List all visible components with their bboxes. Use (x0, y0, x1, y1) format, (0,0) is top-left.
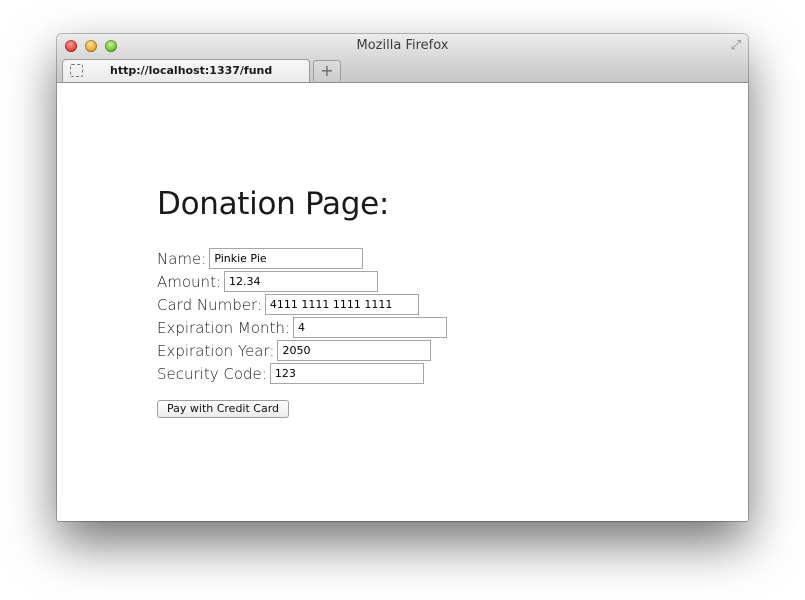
amount-label: Amount: (157, 272, 221, 291)
amount-row: Amount: (157, 270, 447, 293)
title-bar: Mozilla Firefox ⤢ http://localhost:1337/… (57, 34, 748, 83)
expiration-month-row: Expiration Month: (157, 316, 447, 339)
card-number-input[interactable] (264, 294, 419, 315)
pay-with-credit-card-button[interactable]: Pay with Credit Card (157, 400, 290, 418)
tab-title: http://localhost:1337/fund (110, 64, 273, 77)
donation-form: Donation Page: Name: Amount: Card Number… (157, 186, 447, 418)
page-title: Donation Page: (157, 186, 390, 222)
card-number-row: Card Number: (157, 293, 447, 316)
expiration-month-input[interactable] (292, 317, 447, 338)
browser-window: Mozilla Firefox ⤢ http://localhost:1337/… (57, 34, 748, 521)
favicon-icon (70, 64, 83, 77)
window-title: Mozilla Firefox (356, 38, 449, 53)
security-code-input[interactable] (269, 363, 424, 384)
amount-input[interactable] (224, 271, 378, 292)
new-tab-button[interactable]: + (313, 60, 341, 81)
name-label: Name: (157, 249, 207, 268)
expiration-month-label: Expiration Month: (157, 318, 290, 337)
expiration-year-label: Expiration Year: (157, 341, 275, 360)
security-code-label: Security Code: (157, 364, 267, 383)
browser-tab[interactable]: http://localhost:1337/fund (62, 59, 310, 82)
page-content: Donation Page: Name: Amount: Card Number… (57, 83, 748, 521)
expiration-year-row: Expiration Year: (157, 339, 447, 362)
name-row: Name: (157, 247, 447, 270)
card-number-label: Card Number: (157, 295, 262, 314)
fullscreen-icon[interactable]: ⤢ (728, 38, 744, 54)
name-input[interactable] (209, 248, 364, 269)
security-code-row: Security Code: (157, 362, 447, 385)
expiration-year-input[interactable] (277, 340, 432, 361)
